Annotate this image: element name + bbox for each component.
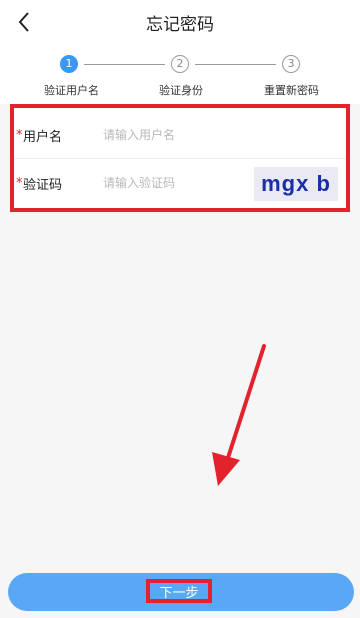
step-3-circle: 3 (282, 55, 300, 73)
required-mark: * (16, 127, 23, 143)
forgot-password-page: 忘记密码 1 2 3 验证用户名 验证身份 重置新密码 * 用户名 * 验证码 … (0, 0, 360, 618)
username-label: 用户名 (23, 129, 63, 145)
step-indicator: 1 2 3 验证用户名 验证身份 重置新密码 (0, 44, 360, 104)
step-1-label: 验证用户名 (44, 84, 99, 97)
step-2-circle: 2 (171, 55, 189, 73)
arrow-annotation-icon (212, 344, 266, 486)
next-step-button[interactable]: 下一步 (146, 579, 212, 603)
username-row: * 用户名 (14, 112, 346, 159)
captcha-image[interactable]: mgx b (254, 167, 338, 201)
nav-bar: 忘记密码 (0, 0, 360, 44)
required-mark: * (16, 175, 23, 191)
step-2-label: 验证身份 (159, 84, 203, 97)
page-title: 忘记密码 (146, 15, 214, 35)
form-highlight-box: * 用户名 * 验证码 mgx b (10, 104, 350, 212)
bottom-action-bar: 下一步 (8, 573, 354, 611)
username-input[interactable] (101, 127, 245, 143)
step-connector (195, 64, 276, 65)
captcha-input[interactable] (101, 175, 245, 191)
step-1-circle: 1 (60, 55, 78, 73)
captcha-label: 验证码 (23, 177, 63, 193)
step-connector (84, 64, 165, 65)
step-3-label: 重置新密码 (264, 84, 319, 97)
